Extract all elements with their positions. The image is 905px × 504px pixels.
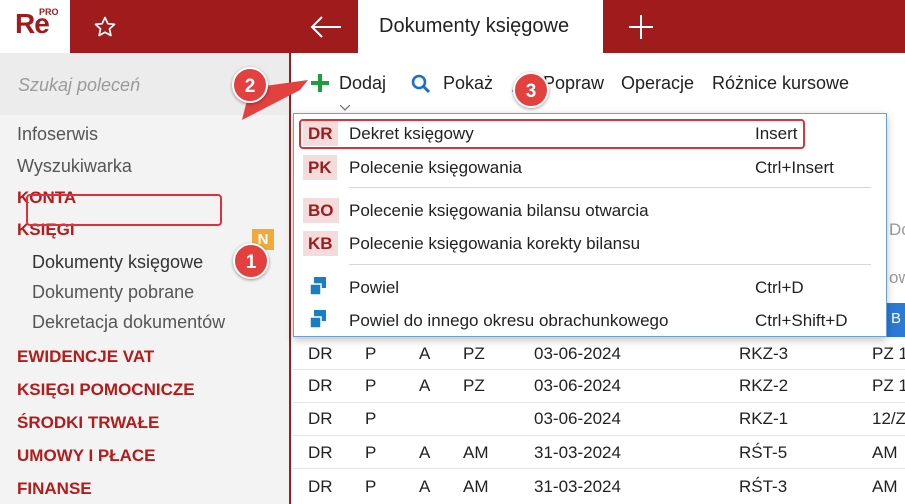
- back-arrow-icon[interactable]: [300, 0, 352, 53]
- doc-type-badge: BO: [303, 198, 339, 223]
- new-tab-plus-icon[interactable]: [620, 0, 662, 53]
- callout-badge-3: 3: [513, 72, 549, 108]
- menu-item-label: Powiel: [349, 278, 400, 297]
- menu-item-label: Polecenie księgowania: [349, 158, 522, 177]
- search-magnifier-icon[interactable]: [411, 74, 431, 99]
- menu-item-shortcut: Insert: [755, 124, 798, 143]
- menu-separator: [349, 187, 871, 188]
- add-dropdown-menu: DR Dekret księgowy Insert PK Polecenie k…: [293, 113, 887, 337]
- app-logo: Re PRO: [0, 0, 70, 53]
- sidebar-item-infoserwis[interactable]: Infoserwis: [17, 124, 98, 145]
- doc-type-badge: KB: [303, 231, 338, 256]
- table-row[interactable]: DR P A PZ 03-06-2024 RKZ-3 PZ 1: [293, 337, 905, 370]
- menu-item-bilans-otwarcia[interactable]: BO Polecenie księgowania bilansu otwarci…: [294, 194, 886, 227]
- callout-badge-1: 1: [233, 243, 269, 279]
- copy-icon: [308, 276, 328, 301]
- table-row[interactable]: DR P A AM 31-03-2024 RŚT-3 AM: [293, 470, 905, 503]
- menu-item-shortcut: Ctrl+Shift+D: [755, 311, 848, 330]
- sidebar-item-wyszukiwarka[interactable]: Wyszukiwarka: [17, 156, 132, 177]
- sidebar-item-ksiegi-pomocnicze[interactable]: KSIĘGI POMOCNICZE: [17, 380, 195, 400]
- menu-item-polecenie-ksiegowania[interactable]: PK Polecenie księgowania Ctrl+Insert: [294, 151, 886, 184]
- operations-button[interactable]: Operacje: [621, 73, 694, 94]
- tab-dokumenty-ksiegowe[interactable]: Dokumenty księgowe: [358, 0, 603, 53]
- table-row[interactable]: DR P 03-06-2024 RKZ-1 12/Z: [293, 402, 905, 435]
- tab-title: Dokumenty księgowe: [379, 15, 570, 37]
- menu-item-label: Polecenie księgowania bilansu otwarcia: [349, 201, 649, 220]
- menu-item-label: Polecenie księgowania korekty bilansu: [349, 234, 641, 253]
- menu-item-powiel[interactable]: Powiel Ctrl+D: [294, 271, 886, 304]
- menu-item-shortcut: Ctrl+Insert: [755, 158, 834, 177]
- row-divider: [293, 468, 905, 469]
- table-row[interactable]: DR P A AM 31-03-2024 RŚT-5 AM: [293, 436, 905, 469]
- column-header-partial: ow: [889, 268, 905, 287]
- copy-icon: [308, 309, 328, 334]
- sidebar-item-ewidencje-vat[interactable]: EWIDENCJE VAT: [17, 347, 154, 367]
- menu-item-label: Dekret księgowy: [349, 124, 474, 143]
- menu-separator: [349, 264, 871, 265]
- sidebar-item-dokumenty-ksiegowe[interactable]: Dokumenty księgowe: [32, 252, 203, 273]
- top-bar: Re PRO Dokumenty księgowe: [0, 0, 905, 53]
- favorite-star-icon[interactable]: [84, 0, 126, 53]
- menu-item-dekret-ksiegowy[interactable]: DR Dekret księgowy Insert: [294, 117, 886, 150]
- add-button[interactable]: Dodaj: [339, 73, 386, 94]
- menu-item-label: Powiel do innego okresu obrachunkowego: [349, 311, 669, 330]
- sidebar-item-dekretacja[interactable]: Dekretacja dokumentów: [32, 312, 225, 333]
- menu-item-korekta-bilansu[interactable]: KB Polecenie księgowania korekty bilansu: [294, 227, 886, 260]
- search-placeholder: Szukaj poleceń: [18, 75, 141, 95]
- sidebar-item-dokumenty-pobrane[interactable]: Dokumenty pobrane: [32, 282, 194, 303]
- menu-item-powiel-inny-okres[interactable]: Powiel do innego okresu obrachunkowego C…: [294, 304, 886, 337]
- edit-button[interactable]: Popraw: [543, 73, 604, 94]
- table-row[interactable]: DR P A PZ 03-06-2024 RKZ-2 PZ 1: [293, 369, 905, 402]
- currency-diff-button[interactable]: Różnice kursowe: [712, 73, 849, 94]
- column-header-partial: Do: [889, 220, 905, 239]
- sidebar-item-finanse[interactable]: FINANSE: [17, 479, 92, 499]
- menu-item-shortcut: Ctrl+D: [755, 278, 804, 297]
- active-item-highlight: [26, 194, 222, 226]
- logo-pro: PRO: [39, 7, 59, 17]
- doc-type-badge: PK: [303, 155, 337, 180]
- show-button[interactable]: Pokaż: [443, 73, 493, 94]
- sidebar-item-umowy-i-place[interactable]: UMOWY I PŁACE: [17, 446, 156, 466]
- callout-badge-2: 2: [232, 67, 268, 103]
- chevron-down-icon[interactable]: [339, 98, 351, 111]
- sidebar-item-srodki-trwale[interactable]: ŚRODKI TRWAŁE: [17, 413, 159, 433]
- selected-cell-partial: B: [887, 303, 905, 337]
